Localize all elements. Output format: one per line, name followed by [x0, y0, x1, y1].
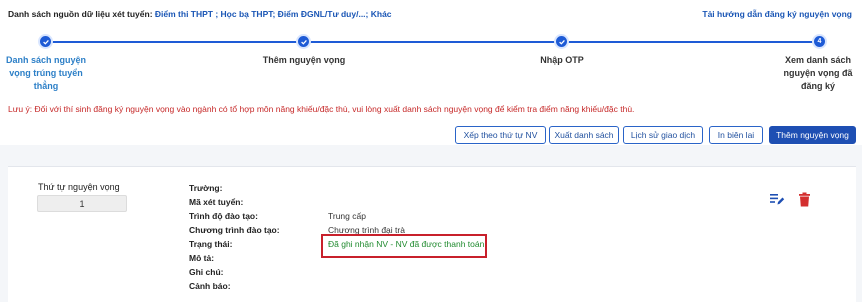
step-1-label-line-3: thẳng [33, 81, 59, 91]
step-4-label[interactable]: Xem danh sách nguyện vọng đã đăng ký [774, 54, 862, 93]
progress-line [46, 41, 820, 43]
sources-label: Danh sách nguồn dữ liệu xét tuyển: [8, 9, 153, 19]
export-list-button[interactable]: Xuất danh sách [549, 126, 619, 144]
edit-list-icon [770, 194, 785, 205]
step-4-label-line-2: nguyện vọng đã [783, 68, 853, 78]
wish-order-value[interactable]: 1 [37, 195, 127, 212]
status-highlight-box [321, 234, 487, 258]
edit-wish-button[interactable] [768, 190, 786, 208]
delete-wish-button[interactable] [795, 190, 813, 208]
step-2-label[interactable]: Thêm nguyện vọng [248, 54, 360, 67]
step-3-label[interactable]: Nhập OTP [522, 54, 602, 67]
step-2-check-icon [296, 34, 311, 49]
field-label-notes: Ghi chú: [189, 267, 224, 277]
sort-by-order-button[interactable]: Xếp theo thứ tự NV [455, 126, 546, 144]
print-receipt-button[interactable]: In biên lai [709, 126, 763, 144]
step-1-check-icon [38, 34, 53, 49]
data-sources-line: Danh sách nguồn dữ liệu xét tuyển: Điểm … [8, 9, 392, 19]
step-1-label[interactable]: Danh sách nguyện vọng trúng tuyển thẳng [0, 54, 92, 93]
field-label-school: Trường: [189, 183, 223, 193]
guide-download-link[interactable]: Tải hướng dẫn đăng ký nguyện vọng [702, 9, 852, 19]
field-label-program: Chương trình đào tạo: [189, 225, 280, 235]
field-label-description: Mô tả: [189, 253, 215, 263]
step-4-label-line-3: đăng ký [800, 81, 835, 91]
field-value-training-level: Trung cấp [328, 211, 366, 221]
step-3-check-icon [554, 34, 569, 49]
transaction-history-button[interactable]: Lịch sử giao dịch [623, 126, 703, 144]
step-4-label-line-1: Xem danh sách [784, 55, 852, 65]
add-wish-button[interactable]: Thêm nguyện vọng [769, 126, 856, 144]
step-1-label-line-2: vọng trúng tuyển [9, 68, 83, 78]
field-label-admission-code: Mã xét tuyển: [189, 197, 244, 207]
step-1-label-line-1: Danh sách nguyện [5, 55, 86, 65]
trash-icon [798, 192, 810, 206]
top-panel [0, 0, 862, 145]
warning-note: Lưu ý: Đối với thí sinh đăng ký nguyện v… [8, 104, 635, 114]
field-label-training-level: Trình độ đào tạo: [189, 211, 258, 221]
sources-value: Điểm thi THPT ; Học bạ THPT; Điểm ĐGNL/T… [154, 9, 392, 19]
step-4-number: 4 [812, 34, 827, 49]
field-label-warning: Cảnh báo: [189, 281, 231, 291]
step-3-label-line-1: Nhập OTP [540, 55, 584, 65]
field-label-status: Trạng thái: [189, 239, 233, 249]
step-2-label-line-1: Thêm nguyện vọng [262, 55, 346, 65]
wish-order-label: Thứ tự nguyện vọng [38, 182, 120, 192]
